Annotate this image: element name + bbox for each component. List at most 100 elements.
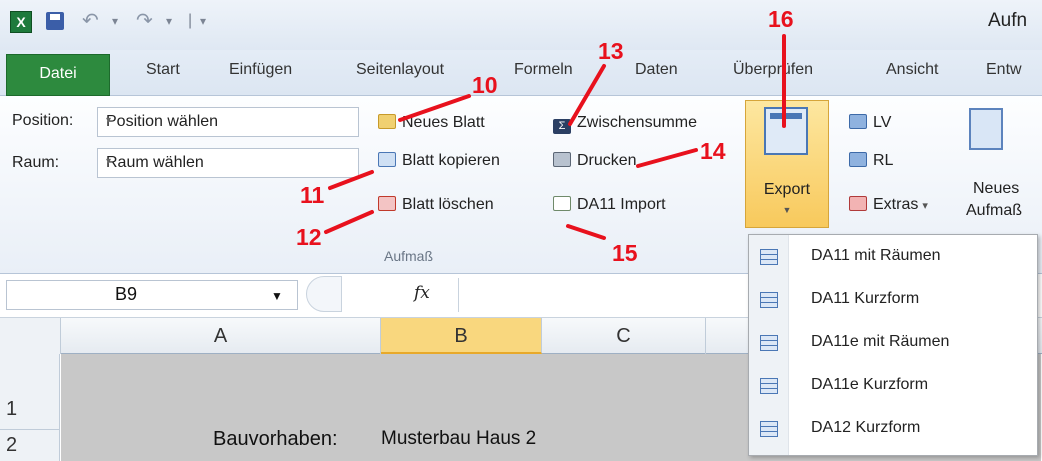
rl-label: RL (873, 152, 894, 169)
menu-item-label: DA11e Kurzform (811, 376, 929, 393)
tab-formeln[interactable]: Formeln (514, 61, 573, 79)
name-box[interactable]: B9 ▼ (6, 280, 298, 310)
tab-ueberpruefen[interactable]: Überprüfen (733, 61, 813, 79)
redo-icon[interactable]: ↷ (136, 8, 153, 33)
drucken-button[interactable]: Drucken (553, 152, 637, 170)
formula-bar-divider (306, 276, 342, 312)
blatt-kopieren-label: Blatt kopieren (402, 152, 500, 169)
neues-aufmass-icon[interactable] (969, 108, 1003, 150)
tab-seitenlayout[interactable]: Seitenlayout (356, 61, 444, 79)
row-header-1[interactable]: 1 (0, 354, 60, 429)
tab-start[interactable]: Start (146, 61, 180, 79)
export-dropdown-menu: DA11 mit Räumen DA11 Kurzform DA11e mit … (748, 234, 1038, 456)
title-bar: X ↶ ▾ ↷ ▾ | ▾ Aufn (0, 0, 1042, 50)
sigma-icon: Σ (553, 119, 571, 134)
export-icon (764, 107, 808, 155)
redo-dropdown-icon[interactable]: ▾ (166, 14, 172, 28)
import-icon (553, 196, 571, 211)
table-icon (760, 421, 778, 437)
rl-icon (849, 152, 867, 167)
tab-ansicht[interactable]: Ansicht (886, 61, 938, 79)
menu-item-da11-kurzform[interactable]: DA11 Kurzform (749, 280, 1037, 322)
excel-logo-icon: X (10, 11, 32, 33)
da11-import-label: DA11 Import (577, 196, 666, 213)
export-button[interactable]: Export ▼ (745, 100, 829, 228)
zwischensumme-button[interactable]: Σ Zwischensumme (553, 114, 697, 134)
rl-button[interactable]: RL (849, 152, 893, 170)
menu-item-label: DA11 Kurzform (811, 290, 920, 307)
aufmass-label[interactable]: Aufmaß (966, 202, 1022, 220)
save-icon[interactable] (46, 12, 64, 30)
tab-einfuegen[interactable]: Einfügen (229, 61, 292, 79)
da11-import-button[interactable]: DA11 Import (553, 196, 666, 214)
table-icon (760, 378, 778, 394)
annotation-12: 12 (296, 224, 322, 250)
tab-file[interactable]: Datei (6, 54, 110, 96)
table-icon (760, 249, 778, 265)
undo-dropdown-icon[interactable]: ▾ (112, 14, 118, 28)
table-icon (760, 292, 778, 308)
ribbon-tabs: Datei Start Einfügen Seitenlayout Formel… (0, 50, 1042, 96)
raum-select[interactable]: Raum wählen ▾ (97, 148, 359, 178)
blatt-kopieren-button[interactable]: Blatt kopieren (378, 152, 500, 170)
column-header-a[interactable]: A (61, 318, 381, 354)
menu-item-da11e-mit-raeumen[interactable]: DA11e mit Räumen (749, 323, 1037, 365)
tab-daten[interactable]: Daten (635, 61, 678, 79)
undo-icon[interactable]: ↶ (82, 8, 99, 33)
export-label: Export (763, 181, 811, 198)
annotation-15: 15 (612, 240, 638, 266)
neues-label[interactable]: Neues (973, 180, 1019, 198)
menu-item-da11e-kurzform[interactable]: DA11e Kurzform (749, 366, 1037, 408)
delete-sheet-icon (378, 196, 396, 211)
annotation-14: 14 (700, 138, 726, 164)
fx-icon[interactable]: fx (414, 283, 430, 303)
menu-item-da12-kurzform[interactable]: DA12 Kurzform (749, 409, 1037, 451)
customize-qat-icon[interactable]: ▾ (200, 14, 206, 28)
lv-button[interactable]: LV (849, 114, 891, 132)
chevron-down-icon: ▾ (106, 156, 112, 167)
blatt-loeschen-button[interactable]: Blatt löschen (378, 196, 494, 214)
column-header-b[interactable]: B (381, 318, 542, 354)
column-header-c[interactable]: C (542, 318, 706, 354)
drucken-label: Drucken (577, 152, 637, 169)
bauvorhaben-label: Bauvorhaben: (213, 428, 338, 450)
printer-icon (553, 152, 571, 167)
extras-icon (849, 196, 867, 211)
table-icon (760, 335, 778, 351)
position-label: Position: (12, 112, 74, 129)
zwischensumme-label: Zwischensumme (577, 114, 698, 131)
formula-input[interactable] (458, 278, 748, 312)
lv-icon (849, 114, 867, 129)
row-number: 1 (6, 398, 18, 420)
window-title: Aufn (988, 10, 1028, 31)
select-all-corner[interactable] (0, 318, 61, 354)
lv-label: LV (873, 114, 892, 131)
menu-item-label: DA11e mit Räumen (811, 333, 950, 350)
tab-entwicklertools[interactable]: Entw (986, 61, 1022, 79)
annotation-10: 10 (472, 72, 498, 98)
neues-blatt-label: Neues Blatt (402, 114, 485, 131)
annotation-11: 11 (300, 182, 325, 208)
new-sheet-icon (378, 114, 396, 129)
bauvorhaben-value: Musterbau Haus 2 (381, 428, 537, 449)
neues-blatt-button[interactable]: Neues Blatt (378, 114, 485, 132)
raum-label: Raum: (12, 154, 60, 171)
blatt-loeschen-label: Blatt löschen (402, 196, 494, 213)
position-select[interactable]: Position wählen ▾ (97, 107, 359, 137)
row-header-2[interactable]: 2 (0, 429, 60, 461)
menu-item-da11-mit-raeumen[interactable]: DA11 mit Räumen (749, 237, 1037, 279)
row-number: 2 (6, 434, 18, 456)
group-label-aufmass: Aufmaß (384, 248, 434, 264)
annotation-13: 13 (598, 38, 624, 64)
annotation-16: 16 (768, 6, 794, 32)
qat-separator: | (188, 12, 193, 29)
menu-item-label: DA12 Kurzform (811, 419, 921, 436)
chevron-down-icon[interactable]: ▼ (271, 289, 283, 303)
menu-item-label: DA11 mit Räumen (811, 247, 941, 264)
extras-label: Extras (873, 196, 919, 213)
chevron-down-icon: ▼ (782, 205, 792, 215)
chevron-down-icon: ▾ (922, 200, 928, 212)
name-box-value: B9 (115, 284, 138, 304)
extras-button[interactable]: Extras ▾ (849, 196, 928, 214)
copy-sheet-icon (378, 152, 396, 167)
